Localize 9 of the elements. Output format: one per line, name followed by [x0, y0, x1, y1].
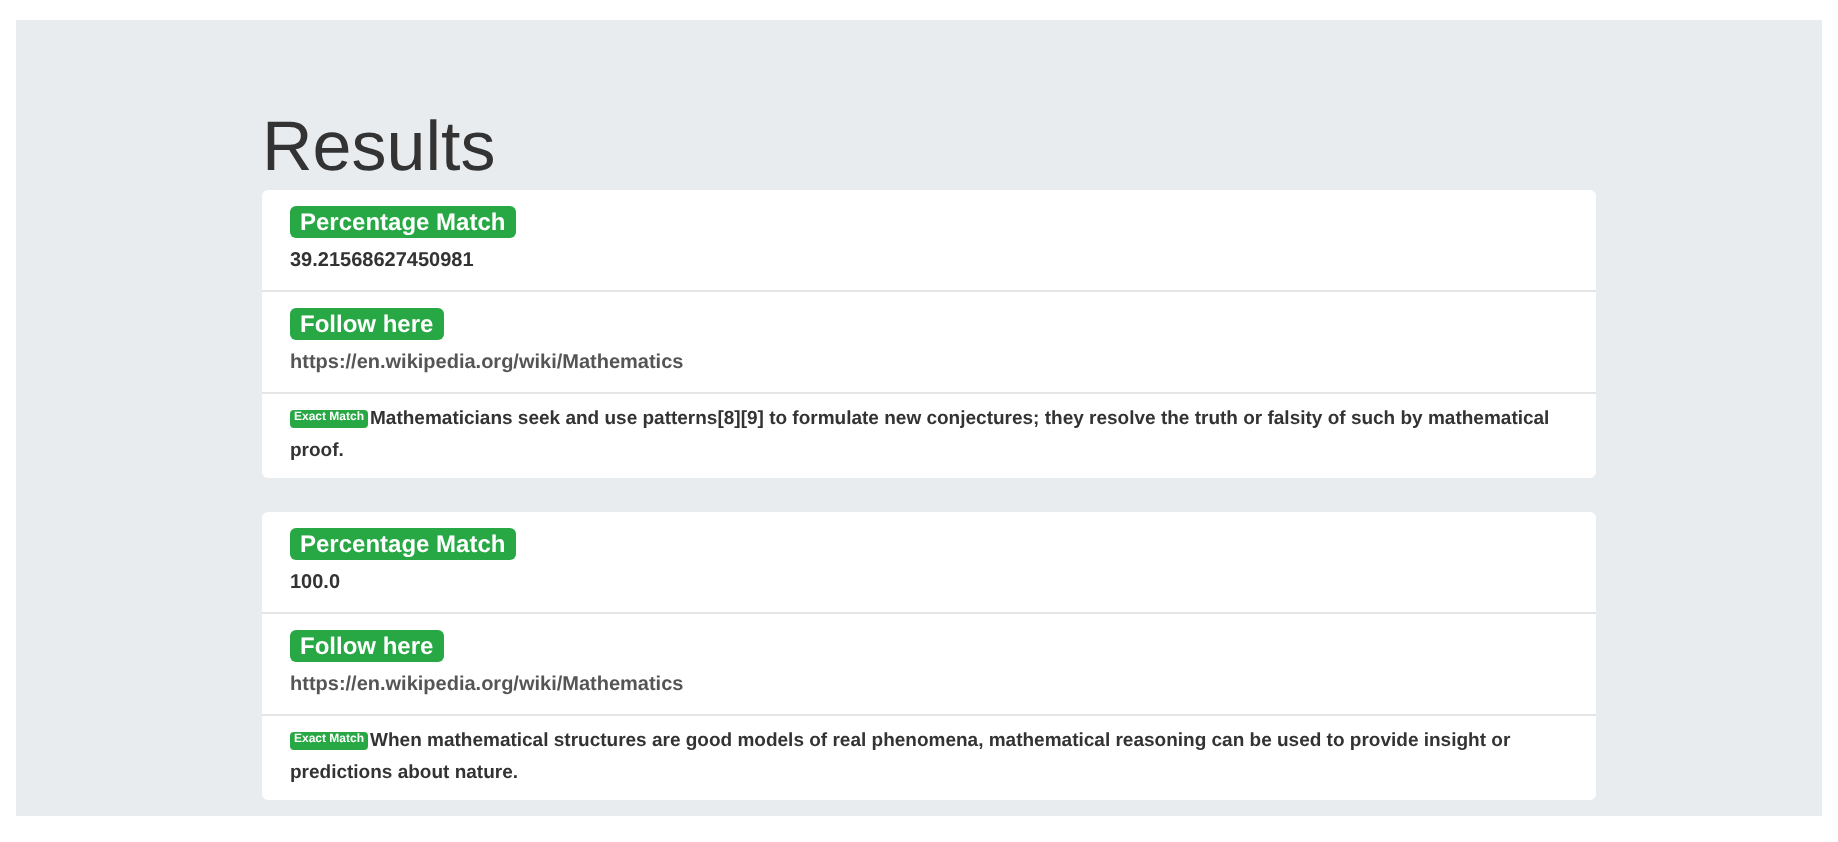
url-text: https://en.wikipedia.org/wiki/Mathematics	[290, 672, 684, 700]
percentage-value: 100.0	[290, 570, 341, 598]
label-badge: Follow here	[290, 630, 444, 662]
label-badge: Percentage Match	[290, 528, 516, 560]
label-badge: Follow here	[290, 308, 444, 340]
url-text: https://en.wikipedia.org/wiki/Mathematics	[290, 350, 684, 378]
page-heading: Results	[262, 108, 496, 188]
percentage-value: 39.21568627450981	[290, 248, 474, 276]
label-badge: Percentage Match	[290, 206, 516, 238]
